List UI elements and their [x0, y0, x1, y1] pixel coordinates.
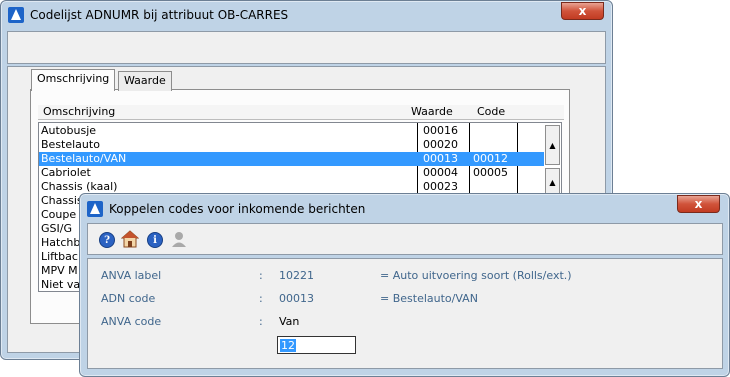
anva-label-label: ANVA label: [101, 269, 162, 282]
cell-waarde: 00020: [423, 138, 458, 151]
close-icon: x: [578, 4, 587, 18]
home-icon-graphic: [120, 230, 140, 248]
back-window-close-button[interactable]: x: [561, 2, 604, 20]
cell-waarde: 00004: [423, 166, 458, 179]
cell-waarde: 00016: [423, 124, 458, 137]
front-window-titlebar[interactable]: Koppelen codes voor inkomende berichten: [80, 194, 729, 224]
cell-omschrijving: MPV M: [41, 264, 78, 277]
adn-code-separator: :: [259, 292, 263, 305]
back-window-titlebar[interactable]: Codelijst ADNUMR bij attribuut OB-CARRES: [1, 1, 612, 29]
anva-code-separator: :: [259, 315, 263, 328]
adn-code-label: ADN code: [101, 292, 156, 305]
tab-omschrijving[interactable]: Omschrijving: [31, 69, 116, 91]
cell-omschrijving: Chassis (kaal): [41, 180, 118, 193]
column-header-omschrijving[interactable]: Omschrijving: [43, 105, 115, 118]
list-item[interactable]: Bestelauto 00020: [39, 138, 544, 152]
home-icon[interactable]: [120, 230, 140, 248]
tab-waarde[interactable]: Waarde: [118, 71, 172, 91]
cell-omschrijving: Niet va: [41, 278, 81, 291]
cell-omschrijving: Liftbac: [41, 250, 78, 263]
user-icon[interactable]: [171, 231, 187, 248]
front-window: Koppelen codes voor inkomende berichten …: [79, 193, 730, 377]
tab-omschrijving-label: Omschrijving: [37, 72, 110, 85]
scroll-down-button[interactable]: ▲: [545, 168, 560, 196]
list-header: Omschrijving Waarde Code: [38, 105, 564, 120]
code-input-value: 12: [280, 339, 296, 352]
arrow-up-icon: ▲: [549, 140, 556, 150]
info-icon[interactable]: i: [147, 232, 163, 248]
list-item[interactable]: Cabriolet 00004 00005: [39, 166, 544, 180]
cell-waarde: 00013: [423, 152, 458, 165]
cell-omschrijving: Bestelauto/VAN: [41, 152, 127, 165]
cell-waarde: 00023: [423, 180, 458, 193]
adn-code-description: = Bestelauto/VAN: [380, 292, 478, 305]
anva-code-label: ANVA code: [101, 315, 162, 328]
tab-waarde-label: Waarde: [124, 74, 166, 87]
back-window-title: Codelijst ADNUMR bij attribuut OB-CARRES: [30, 8, 289, 22]
app-logo-icon: [87, 201, 103, 217]
cell-omschrijving: Bestelauto: [41, 138, 100, 151]
scroll-up-button[interactable]: ▲: [545, 125, 560, 165]
adn-code-value: 00013: [279, 292, 314, 305]
column-header-code[interactable]: Code: [477, 105, 505, 118]
arrow-up-icon: ▲: [549, 177, 556, 187]
cell-omschrijving: Autobusje: [41, 124, 97, 137]
front-window-title: Koppelen codes voor inkomende berichten: [109, 202, 366, 216]
cell-omschrijving: Cabriolet: [41, 166, 91, 179]
column-header-waarde[interactable]: Waarde: [411, 105, 453, 118]
help-icon[interactable]: ?: [99, 232, 115, 248]
close-icon: x: [694, 197, 703, 211]
cell-code: 00012: [473, 152, 508, 165]
cell-omschrijving: GSI/G: [41, 222, 72, 235]
cell-omschrijving: Chassis: [41, 194, 83, 207]
list-item[interactable]: Bestelauto/VAN 00013 00012: [39, 152, 544, 166]
anva-code-value: Van: [279, 315, 300, 328]
cell-omschrijving: Hatchb: [41, 236, 81, 249]
anva-label-description: = Auto uitvoering soort (Rolls/ext.): [380, 269, 572, 282]
anva-label-separator: :: [259, 269, 263, 282]
list-item[interactable]: Chassis (kaal) 00023: [39, 180, 544, 194]
back-window-toolbar: [7, 31, 606, 64]
user-icon-graphic: [172, 232, 186, 247]
anva-label-value: 10221: [279, 269, 314, 282]
list-item[interactable]: Autobusje 00016: [39, 124, 544, 138]
app-logo-icon: [8, 7, 24, 23]
code-input[interactable]: 12: [277, 336, 356, 354]
cell-code: 00005: [473, 166, 508, 179]
front-window-close-button[interactable]: x: [677, 195, 720, 213]
cell-omschrijving: Coupe: [41, 208, 77, 221]
